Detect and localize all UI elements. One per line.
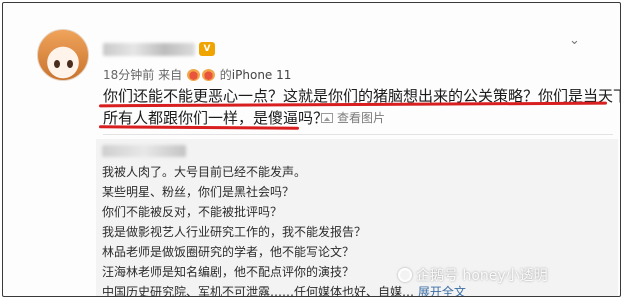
post-from-label: 的 [219, 68, 232, 82]
watermark-text: 企鹅号 honey小透明 [416, 268, 548, 284]
vip-badge-icon: V [199, 42, 215, 56]
weibo-post-card: V ⌄ 18分钟前 来自 的iPhone 11 你们还能不能更恶心一点？这就是你… [2, 2, 621, 297]
view-image-label: 查看图片 [337, 111, 386, 125]
repost-line-last: 中国历史研究院、军机不可泄露……任何媒体也好、自媒… 展开全文 [102, 283, 466, 297]
repost-line: 某些明星、粉丝，你们是黑社会吗？ [102, 185, 295, 199]
post-from-label: 来自 [158, 68, 183, 82]
post-device[interactable]: iPhone 11 [232, 68, 292, 82]
repost-line: 我被人肉了。大号目前已经不能发声。 [102, 165, 307, 179]
repost-line: 林品老师是做饭圈研究的学者，他不能写论文？ [102, 245, 355, 259]
watermark: 企鹅号 honey小透明 [398, 265, 548, 285]
chevron-down-icon[interactable]: ⌄ [569, 34, 583, 48]
username-blurred[interactable] [103, 43, 195, 56]
heart-icon [186, 69, 200, 81]
avatar[interactable] [37, 29, 89, 81]
repost-line: 我是做影视艺人行业研究工作的，我不能发报告？ [102, 225, 367, 239]
repost-line-text: 中国历史研究院、军机不可泄露……任何媒体也好、自媒… [102, 285, 415, 297]
repost-line: 汪海林老师是知名编剧，他不配点评你的演技？ [102, 265, 355, 279]
view-image-link[interactable]: 查看图片 [321, 109, 385, 126]
post-time[interactable]: 18分钟前 [103, 68, 154, 82]
avatar-eye [54, 60, 60, 68]
repost-line: 你们不能被反对，不能被批评吗？ [102, 205, 283, 219]
watermark-logo-icon [398, 268, 412, 282]
heart-icon [201, 69, 215, 81]
red-underline-annotation [98, 125, 300, 130]
repost-author-blurred[interactable] [102, 145, 186, 157]
image-icon [321, 113, 333, 123]
post-meta: 18分钟前 来自 的iPhone 11 [103, 66, 291, 83]
expand-full-text-link[interactable]: 展开全文 [418, 285, 466, 296]
divider [103, 134, 613, 135]
avatar-eye [67, 60, 73, 68]
